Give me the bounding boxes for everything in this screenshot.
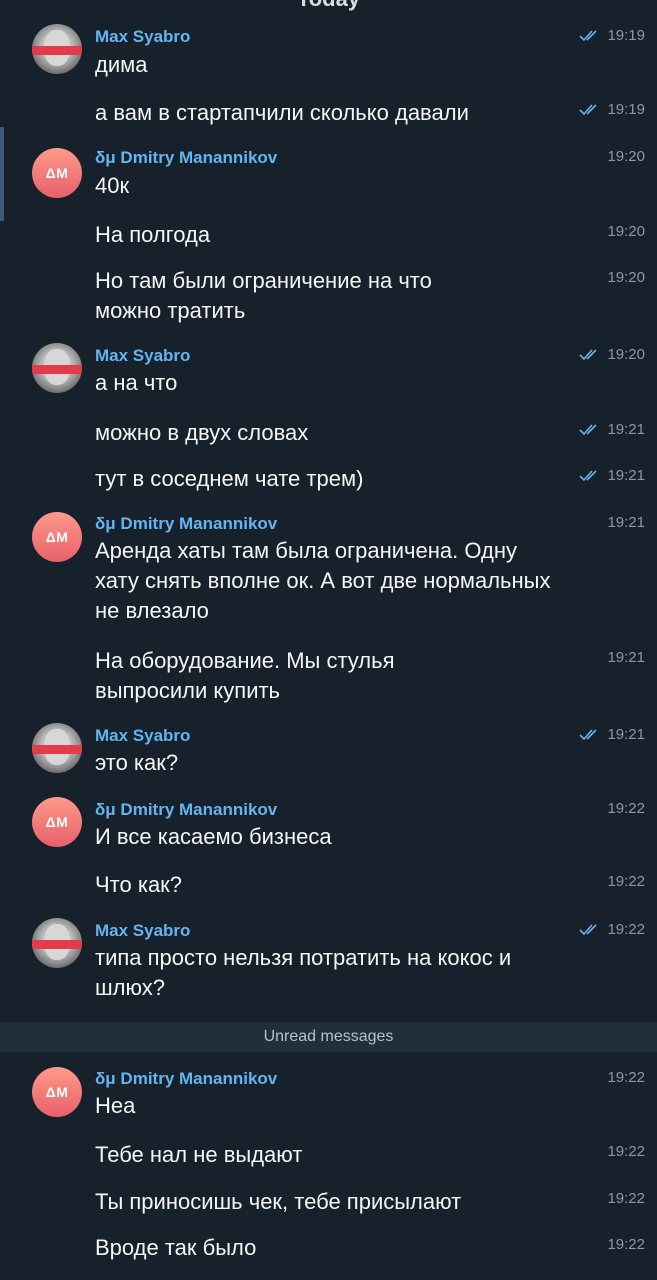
sender-name-dmitry[interactable]: δμ Dmitry Manannikov: [95, 514, 277, 534]
message-text: На оборудование. Мы стулья выпросили куп…: [95, 648, 395, 703]
sender-name-max[interactable]: Max Syabro: [95, 726, 190, 746]
message-time-label: 19:20: [607, 223, 645, 240]
sender-name-dmitry[interactable]: δμ Dmitry Manannikov: [95, 800, 277, 820]
avatar-dmitry-manannikov[interactable]: ΔM: [32, 797, 82, 847]
double-check-icon: [579, 348, 598, 360]
message-time: 19:19: [579, 27, 645, 44]
message-time-label: 19:21: [607, 514, 645, 531]
message-time-label: 19:19: [607, 101, 645, 118]
message-text: Неа: [95, 1093, 136, 1118]
message-text: Ты приносишь чек, тебе присылают: [95, 1189, 462, 1214]
message-time: 19:21: [579, 467, 645, 484]
avatar-dmitry-manannikov[interactable]: ΔM: [32, 1067, 82, 1117]
message-time-label: 19:22: [607, 1190, 645, 1207]
message-time-label: 19:21: [607, 467, 645, 484]
message-time-label: 19:22: [607, 1069, 645, 1086]
message-time-label: 19:22: [607, 800, 645, 817]
message-time: 19:20: [579, 346, 645, 363]
avatar-max-syabro[interactable]: [32, 918, 82, 968]
message-text: На полгода: [95, 222, 211, 247]
message-time: 19:22: [607, 800, 645, 817]
message-time: 19:20: [607, 148, 645, 165]
chat-history[interactable]: Today Max Syabro дима 19:19 а вам в стар…: [0, 0, 657, 1280]
message-time: 19:22: [607, 1143, 645, 1160]
date-header: Today: [0, 0, 657, 12]
message-time-label: 19:19: [607, 27, 645, 44]
message-text: а на что: [95, 370, 178, 395]
message-time: 19:21: [579, 421, 645, 438]
sender-name-dmitry[interactable]: δμ Dmitry Manannikov: [95, 1069, 277, 1089]
message-text: Аренда хаты там была ограничена. Одну ха…: [95, 538, 551, 623]
double-check-icon: [579, 923, 598, 935]
message-text: а вам в стартапчили сколько давали: [95, 100, 469, 125]
message-text: Но там были ограничение на что можно тра…: [95, 268, 432, 323]
message-time-label: 19:22: [607, 1236, 645, 1253]
double-check-icon: [579, 423, 598, 435]
double-check-icon: [579, 29, 598, 41]
sender-name-dmitry[interactable]: δμ Dmitry Manannikov: [95, 148, 277, 168]
message-time-label: 19:22: [607, 1143, 645, 1160]
message-text: Тебе нал не выдают: [95, 1142, 303, 1167]
unread-messages-divider: Unread messages: [0, 1022, 657, 1052]
message-time-label: 19:20: [607, 269, 645, 286]
message-text: можно в двух словах: [95, 420, 309, 445]
message-time-label: 19:20: [607, 346, 645, 363]
message-time: 19:21: [579, 726, 645, 743]
avatar-dmitry-manannikov[interactable]: ΔM: [32, 148, 82, 198]
message-text: Вроде так было: [95, 1235, 257, 1260]
message-time: 19:22: [607, 1236, 645, 1253]
avatar-max-syabro[interactable]: [32, 343, 82, 393]
message-time-label: 19:22: [607, 921, 645, 938]
message-time: 19:19: [579, 101, 645, 118]
message-time-label: 19:21: [607, 726, 645, 743]
message-time: 19:21: [607, 514, 645, 531]
message-time: 19:22: [579, 921, 645, 938]
message-time-label: 19:21: [607, 421, 645, 438]
avatar-max-syabro[interactable]: [32, 723, 82, 773]
message-text: И все касаемо бизнеса: [95, 824, 332, 849]
avatar-max-syabro[interactable]: [32, 24, 82, 74]
message-text: тут в соседнем чате трем): [95, 466, 364, 491]
message-text: это как?: [95, 750, 179, 775]
selection-indicator: [0, 127, 4, 221]
message-text: 40к: [95, 173, 130, 198]
message-time-label: 19:21: [607, 649, 645, 666]
message-text: Что как?: [95, 872, 183, 897]
message-text: дима: [95, 52, 148, 77]
message-time: 19:20: [607, 223, 645, 240]
double-check-icon: [579, 469, 598, 481]
sender-name-max[interactable]: Max Syabro: [95, 27, 190, 47]
message-time: 19:20: [607, 269, 645, 286]
message-time-label: 19:20: [607, 148, 645, 165]
message-time: 19:22: [607, 1069, 645, 1086]
avatar-dmitry-manannikov[interactable]: ΔM: [32, 512, 82, 562]
message-time: 19:22: [607, 1190, 645, 1207]
sender-name-max[interactable]: Max Syabro: [95, 921, 190, 941]
message-time: 19:22: [607, 873, 645, 890]
message-time: 19:21: [607, 649, 645, 666]
sender-name-max[interactable]: Max Syabro: [95, 346, 190, 366]
message-time-label: 19:22: [607, 873, 645, 890]
double-check-icon: [579, 728, 598, 740]
message-text: типа просто нельзя потратить на кокос и …: [95, 945, 512, 1000]
double-check-icon: [579, 103, 598, 115]
